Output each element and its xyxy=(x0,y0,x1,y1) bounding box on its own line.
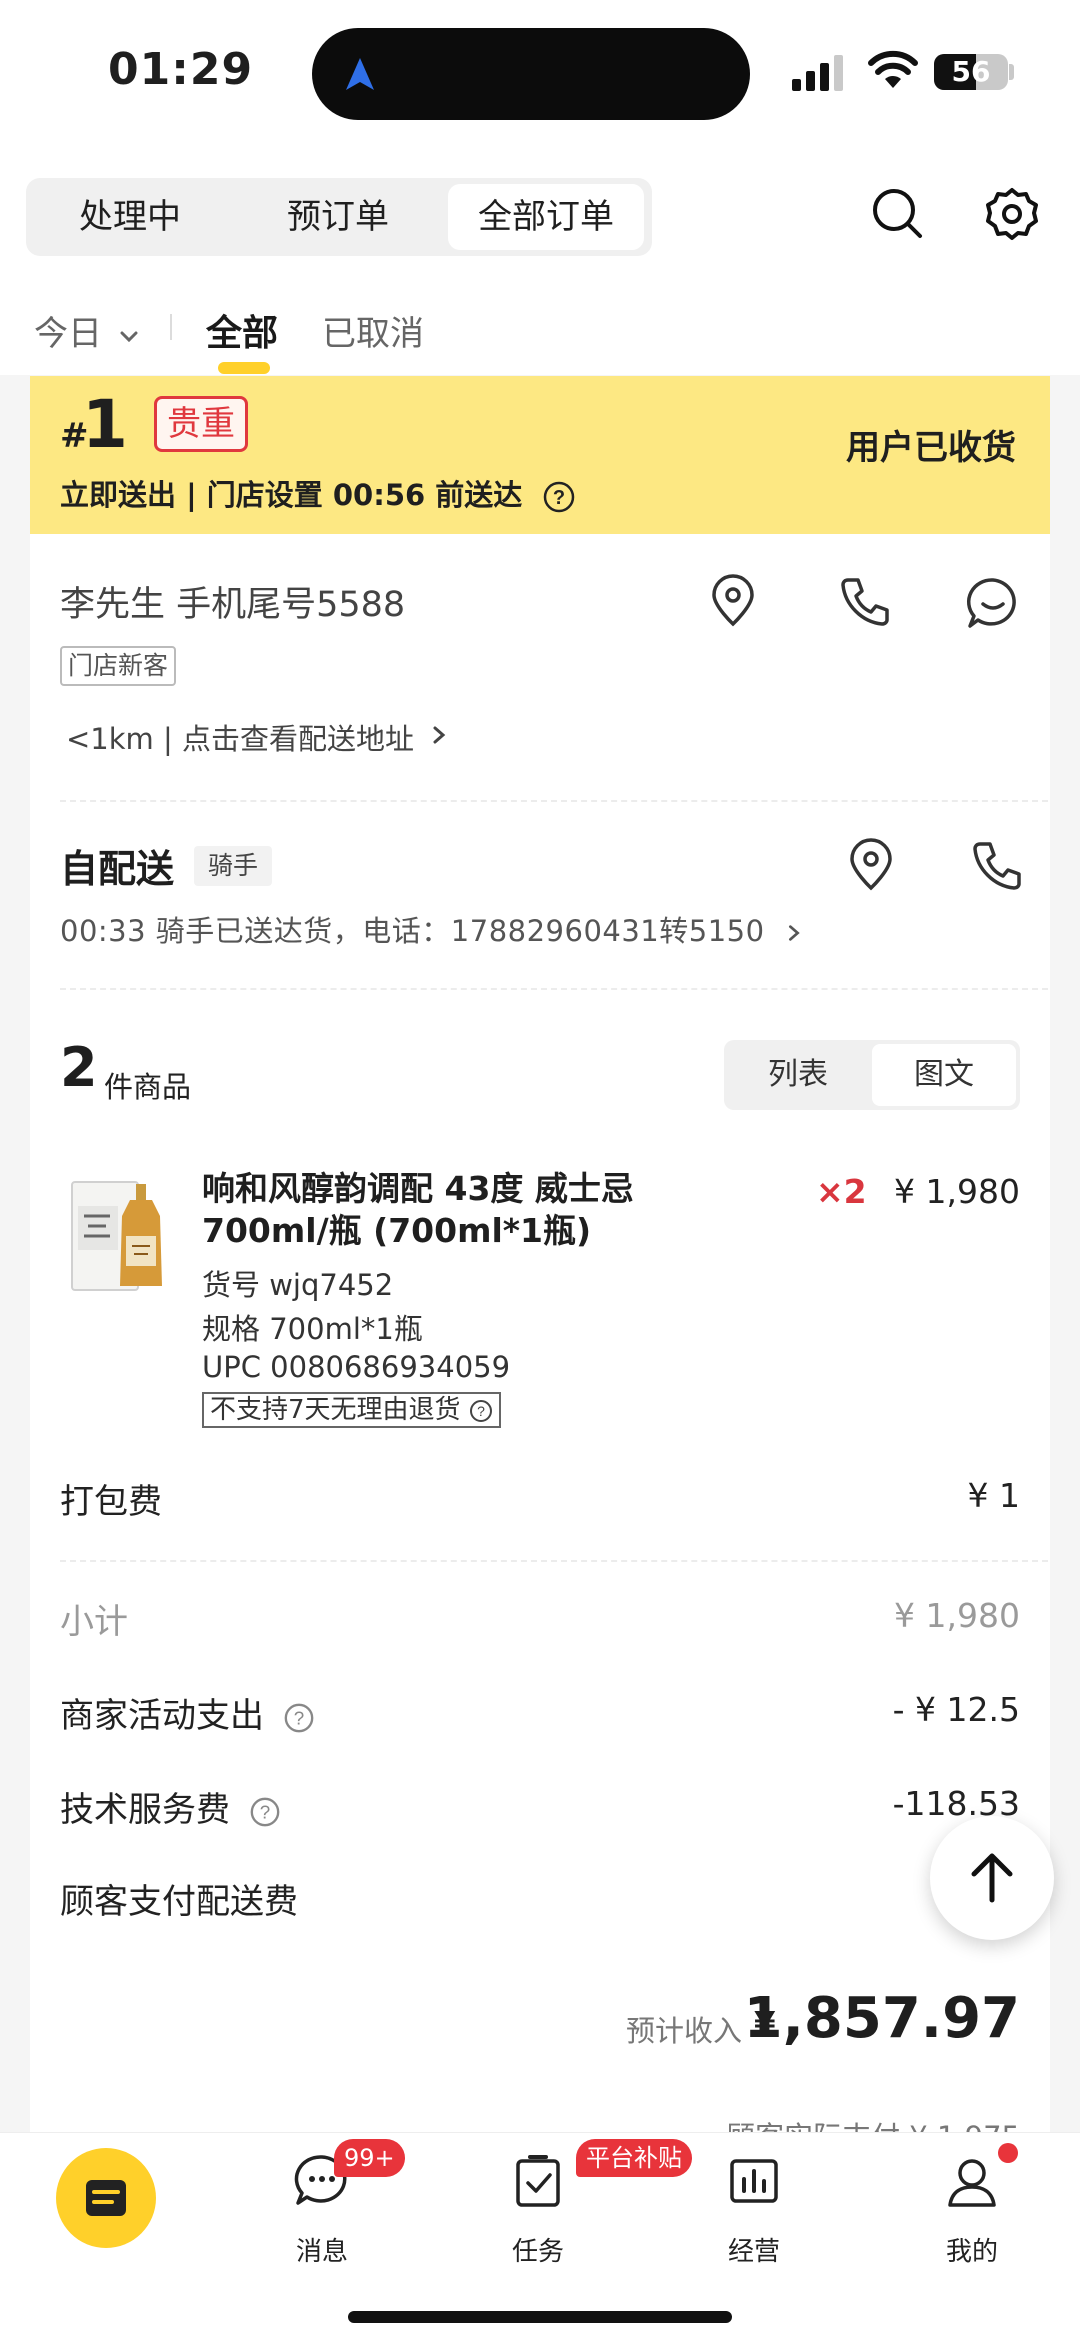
delivery-time-text: 立即送出 | 门店设置 00:56 前送达 xyxy=(60,478,523,512)
merchant-activity-value: - ¥ 12.5 xyxy=(892,1690,1020,1729)
svg-text:?: ? xyxy=(294,1707,304,1728)
profile-icon xyxy=(948,2159,996,2207)
delivery-type: 自配送 xyxy=(60,847,175,891)
product-sku: 货号 wjq7452 xyxy=(202,1268,394,1302)
chevron-down-icon xyxy=(120,331,138,342)
battery-percent: 56 xyxy=(951,55,991,88)
tab-all-orders[interactable]: 全部订单 xyxy=(448,184,644,250)
return-policy-text: 不支持7天无理由退货 xyxy=(210,1395,461,1425)
rider-location-icon[interactable] xyxy=(846,838,896,892)
location-pin-icon[interactable] xyxy=(708,574,758,628)
date-filter-today[interactable]: 今日 xyxy=(34,306,141,355)
cellular-signal-icon xyxy=(792,55,843,91)
service-fee-text: 技术服务费 xyxy=(60,1790,230,1830)
return-policy-tag[interactable]: 不支持7天无理由退货 ? xyxy=(202,1392,501,1428)
wifi-icon xyxy=(868,50,918,88)
nav-mine-label: 我的 xyxy=(945,2237,998,2267)
back-to-top-button[interactable] xyxy=(930,1816,1054,1940)
messages-badge: 99+ xyxy=(334,2139,405,2177)
help-icon[interactable]: ? xyxy=(283,1702,315,1734)
rider-tag: 骑手 xyxy=(194,846,273,886)
navigation-arrow-icon xyxy=(346,58,374,90)
order-number: 1 xyxy=(82,386,128,463)
help-icon[interactable]: ? xyxy=(249,1796,281,1828)
new-customer-tag: 门店新客 xyxy=(60,646,177,686)
goods-count: 2 xyxy=(60,1036,98,1099)
tab-processing[interactable]: 处理中 xyxy=(26,178,234,256)
packing-fee-value: ¥ 1 xyxy=(967,1476,1020,1515)
mine-notification-dot xyxy=(998,2143,1018,2163)
battery-icon: 56 xyxy=(934,54,1008,90)
section-divider xyxy=(60,1560,1048,1562)
rider-status-text: 00:33 骑手已送达货，电话：17882960431转5150 xyxy=(60,914,765,948)
tasks-badge: 平台补贴 xyxy=(576,2139,692,2177)
view-list-button[interactable]: 列表 xyxy=(724,1040,872,1110)
service-fee-label: 技术服务费 ? xyxy=(60,1782,281,1831)
active-tab-indicator xyxy=(218,362,270,374)
tab-preorder[interactable]: 预订单 xyxy=(234,178,442,256)
product-price: ¥ 1,980 xyxy=(894,1172,1020,1211)
date-filter-label: 今日 xyxy=(34,314,102,354)
subtotal-label: 小计 xyxy=(60,1602,128,1642)
nav-business-label: 经营 xyxy=(727,2237,780,2267)
order-card: # 1 贵重 用户已收货 立即送出 | 门店设置 00:56 前送达 ? 李先生… xyxy=(30,376,1050,2146)
bottom-navigation: 消息 99+ 任务 平台补贴 经营 我的 xyxy=(0,2132,1080,2341)
subtotal-value: ¥ 1,980 xyxy=(894,1596,1020,1635)
packing-fee-label: 打包费 xyxy=(60,1482,162,1522)
product-name[interactable]: 响和风醇韵调配 43度 威士忌 700ml/瓶 (700ml*1瓶) xyxy=(202,1168,672,1252)
help-icon: ? xyxy=(469,1399,492,1422)
nav-tasks-label: 任务 xyxy=(511,2237,564,2267)
product-upc: UPC 0080686934059 xyxy=(202,1350,511,1384)
task-icon xyxy=(516,2155,560,2207)
svg-text:?: ? xyxy=(260,1801,270,1822)
phone-icon[interactable] xyxy=(838,574,892,628)
order-status: 用户已收货 xyxy=(846,428,1016,468)
arrow-up-icon xyxy=(971,1853,1013,1903)
product-image[interactable] xyxy=(70,1176,178,1294)
chat-icon[interactable] xyxy=(966,576,1020,630)
merchant-activity-text: 商家活动支出 xyxy=(60,1696,264,1736)
section-divider xyxy=(60,800,1048,802)
product-spec: 规格 700ml*1瓶 xyxy=(202,1312,423,1346)
view-image-button[interactable]: 图文 xyxy=(872,1044,1016,1106)
chart-icon xyxy=(730,2159,778,2203)
status-time: 01:29 xyxy=(108,44,254,95)
section-divider xyxy=(60,988,1048,990)
delivery-fee-label: 顾客支付配送费 xyxy=(60,1882,298,1922)
rider-status[interactable]: 00:33 骑手已送达货，电话：17882960431转5150 xyxy=(60,908,804,950)
income-label: 预计收入 xyxy=(626,2014,743,2048)
order-header-banner: # 1 贵重 用户已收货 立即送出 | 门店设置 00:56 前送达 ? xyxy=(30,376,1050,534)
filter-divider xyxy=(170,314,172,340)
search-icon[interactable] xyxy=(870,186,924,240)
precious-tag: 贵重 xyxy=(154,396,248,452)
status-tab-cancelled[interactable]: 已取消 xyxy=(322,306,424,355)
nav-mine[interactable]: 我的 xyxy=(902,2151,1042,2267)
orders-icon xyxy=(86,2180,126,2216)
home-indicator xyxy=(348,2311,732,2323)
svg-text:?: ? xyxy=(477,1403,485,1419)
product-quantity: ×2 xyxy=(816,1172,867,1211)
income-value: 1,857.97 xyxy=(743,1986,1020,2051)
nav-business[interactable]: 经营 xyxy=(684,2151,824,2267)
battery-tip xyxy=(1009,64,1014,80)
merchant-activity-label: 商家活动支出 ? xyxy=(60,1688,315,1737)
rider-phone-icon[interactable] xyxy=(970,838,1024,892)
order-type-tabs: 处理中 预订单 全部订单 xyxy=(26,178,652,256)
chevron-right-icon xyxy=(433,726,446,744)
status-tab-all[interactable]: 全部 xyxy=(206,304,278,356)
settings-gear-icon[interactable] xyxy=(984,186,1040,242)
delivery-time-note: 立即送出 | 门店设置 00:56 前送达 ? xyxy=(60,472,576,514)
nav-messages-label: 消息 xyxy=(295,2237,348,2267)
customer-name: 李先生 手机尾号5588 xyxy=(60,585,406,625)
svg-text:?: ? xyxy=(553,487,565,509)
address-link[interactable]: <1km | 点击查看配送地址 xyxy=(66,716,414,758)
nav-orders-button[interactable] xyxy=(56,2148,156,2248)
view-mode-toggle: 列表 图文 xyxy=(724,1040,1020,1110)
help-icon[interactable]: ? xyxy=(542,480,576,514)
chevron-right-icon xyxy=(789,925,800,941)
goods-count-label: 件商品 xyxy=(104,1070,192,1104)
